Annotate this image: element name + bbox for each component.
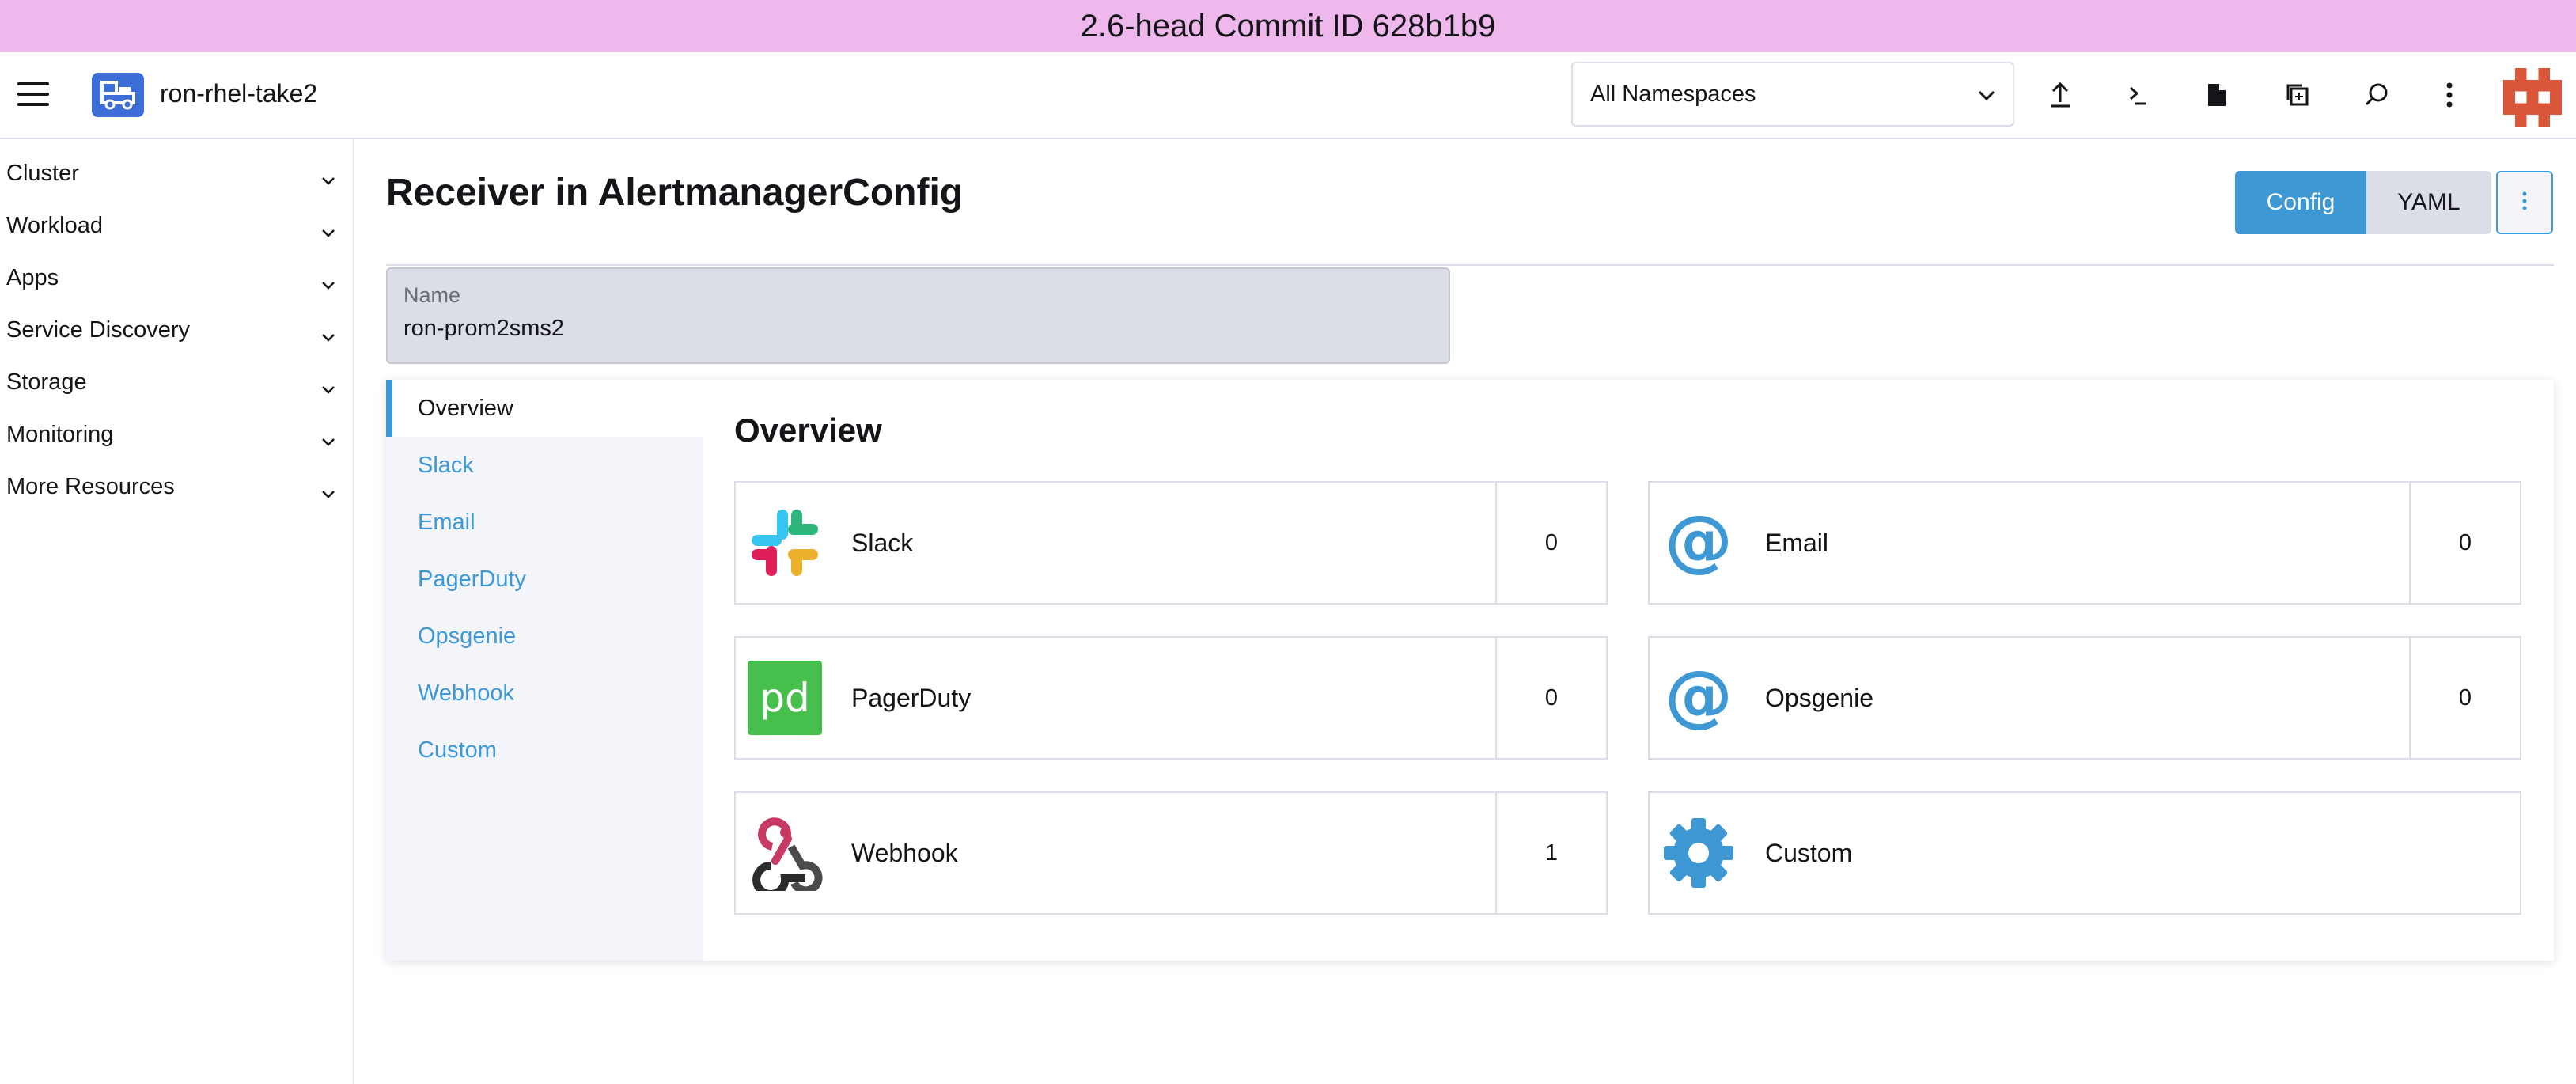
receiver-card-count: 0 [1495,483,1606,603]
svg-text:@: @ [1665,508,1733,578]
slack-icon [747,505,823,581]
receiver-card-count: 0 [2409,483,2520,603]
sidebar-item-label: More Resources [6,473,175,499]
chevron-down-icon [321,323,335,349]
actions-menu-button[interactable] [2496,171,2553,234]
receiver-card-opsgenie[interactable]: @ Opsgenie 0 [1648,636,2521,760]
gear-icon [1661,815,1737,891]
name-field-label: Name [403,283,461,307]
tab-slack[interactable]: Slack [386,437,703,494]
view-mode-toggle: Config YAML [2235,171,2491,234]
receiver-card-count: 0 [2409,638,2520,758]
version-banner: 2.6-head Commit ID 628b1b9 [0,0,2576,52]
sidebar-item-label: Cluster [6,160,79,186]
tab-custom[interactable]: Custom [386,722,703,779]
page-title: Receiver in AlertmanagerConfig [386,172,964,214]
name-field: Name ron-prom2sms2 [386,267,1450,364]
sidebar-item-monitoring[interactable]: Monitoring [0,408,353,461]
receiver-card-name: PagerDuty [851,683,972,712]
yaml-button[interactable]: YAML [2366,171,2491,234]
receiver-card-count: 1 [1495,793,1606,913]
chevron-down-icon [321,271,335,297]
tab-pagerduty[interactable]: PagerDuty [386,551,703,608]
receiver-card-count: 0 [1495,638,1606,758]
sidebar-item-label: Workload [6,212,103,238]
sidebar-item-cluster[interactable]: Cluster [0,147,353,199]
chevron-down-icon [321,375,335,401]
at-sign-icon: @ [1661,660,1737,736]
sidebar-item-workload[interactable]: Workload [0,199,353,252]
webhook-icon [747,815,823,891]
receiver-card-name: Webhook [851,838,958,867]
user-avatar[interactable] [2503,68,2562,127]
sidebar-item-label: Storage [6,369,87,395]
receiver-card-custom[interactable]: Custom [1648,791,2521,915]
svg-text:@: @ [1665,663,1733,733]
at-sign-icon: @ [1661,505,1737,581]
receiver-card-name: Opsgenie [1765,683,1873,712]
title-divider [386,264,2554,266]
overview-title: Overview [734,411,882,449]
receiver-card-name: Email [1765,528,1829,557]
tab-overview[interactable]: Overview [386,380,703,437]
cluster-name[interactable]: ron-rhel-take2 [160,79,317,108]
namespace-select-value: All Namespaces [1590,81,1756,107]
svg-text:pd: pd [760,675,809,721]
sidebar-item-label: Apps [6,264,59,290]
name-field-value: ron-prom2sms2 [403,316,565,341]
pagerduty-icon: pd [747,660,823,736]
chevron-down-icon [321,427,335,453]
terminal-icon[interactable] [2120,78,2155,112]
sidebar-item-label: Service Discovery [6,316,191,343]
tab-webhook[interactable]: Webhook [386,665,703,722]
more-vertical-icon[interactable] [2432,78,2467,112]
receiver-card-pagerduty[interactable]: pd PagerDuty 0 [734,636,1608,760]
chevron-down-icon [321,166,335,192]
chevron-down-icon [321,218,335,244]
receiver-tabs-panel: Overview Slack Email PagerDuty Opsgenie … [386,380,2554,961]
sidebar-item-more-resources[interactable]: More Resources [0,461,353,513]
cluster-logo-icon [92,73,144,117]
chevron-down-icon [321,479,335,506]
search-icon[interactable] [2359,78,2394,112]
receiver-card-name: Slack [851,528,914,557]
receiver-card-email[interactable]: @ Email 0 [1648,481,2521,605]
banner-text: 2.6-head Commit ID 628b1b9 [1080,8,1496,44]
receiver-card-name: Custom [1765,838,1853,867]
top-header: ron-rhel-take2 All Namespaces [0,52,2576,139]
config-button[interactable]: Config [2235,171,2366,234]
receiver-card-slack[interactable]: Slack 0 [734,481,1608,605]
tab-opsgenie[interactable]: Opsgenie [386,608,703,665]
sidebar-item-apps[interactable]: Apps [0,252,353,304]
hamburger-menu-icon[interactable] [17,82,49,108]
tab-email[interactable]: Email [386,494,703,551]
chevron-down-icon [1978,81,1995,108]
sidebar-item-label: Monitoring [6,421,114,447]
sidebar-item-storage[interactable]: Storage [0,356,353,408]
namespace-select[interactable]: All Namespaces [1571,62,2014,127]
more-vertical-icon [2522,191,2527,214]
upload-icon[interactable] [2043,78,2078,112]
file-icon[interactable] [2199,78,2234,112]
sidebar: Cluster Workload Apps Service Discovery … [0,139,354,1084]
sidebar-item-service-discovery[interactable]: Service Discovery [0,304,353,356]
copy-config-icon[interactable] [2280,78,2315,112]
receiver-card-webhook[interactable]: Webhook 1 [734,791,1608,915]
tab-list: Overview Slack Email PagerDuty Opsgenie … [386,380,703,961]
